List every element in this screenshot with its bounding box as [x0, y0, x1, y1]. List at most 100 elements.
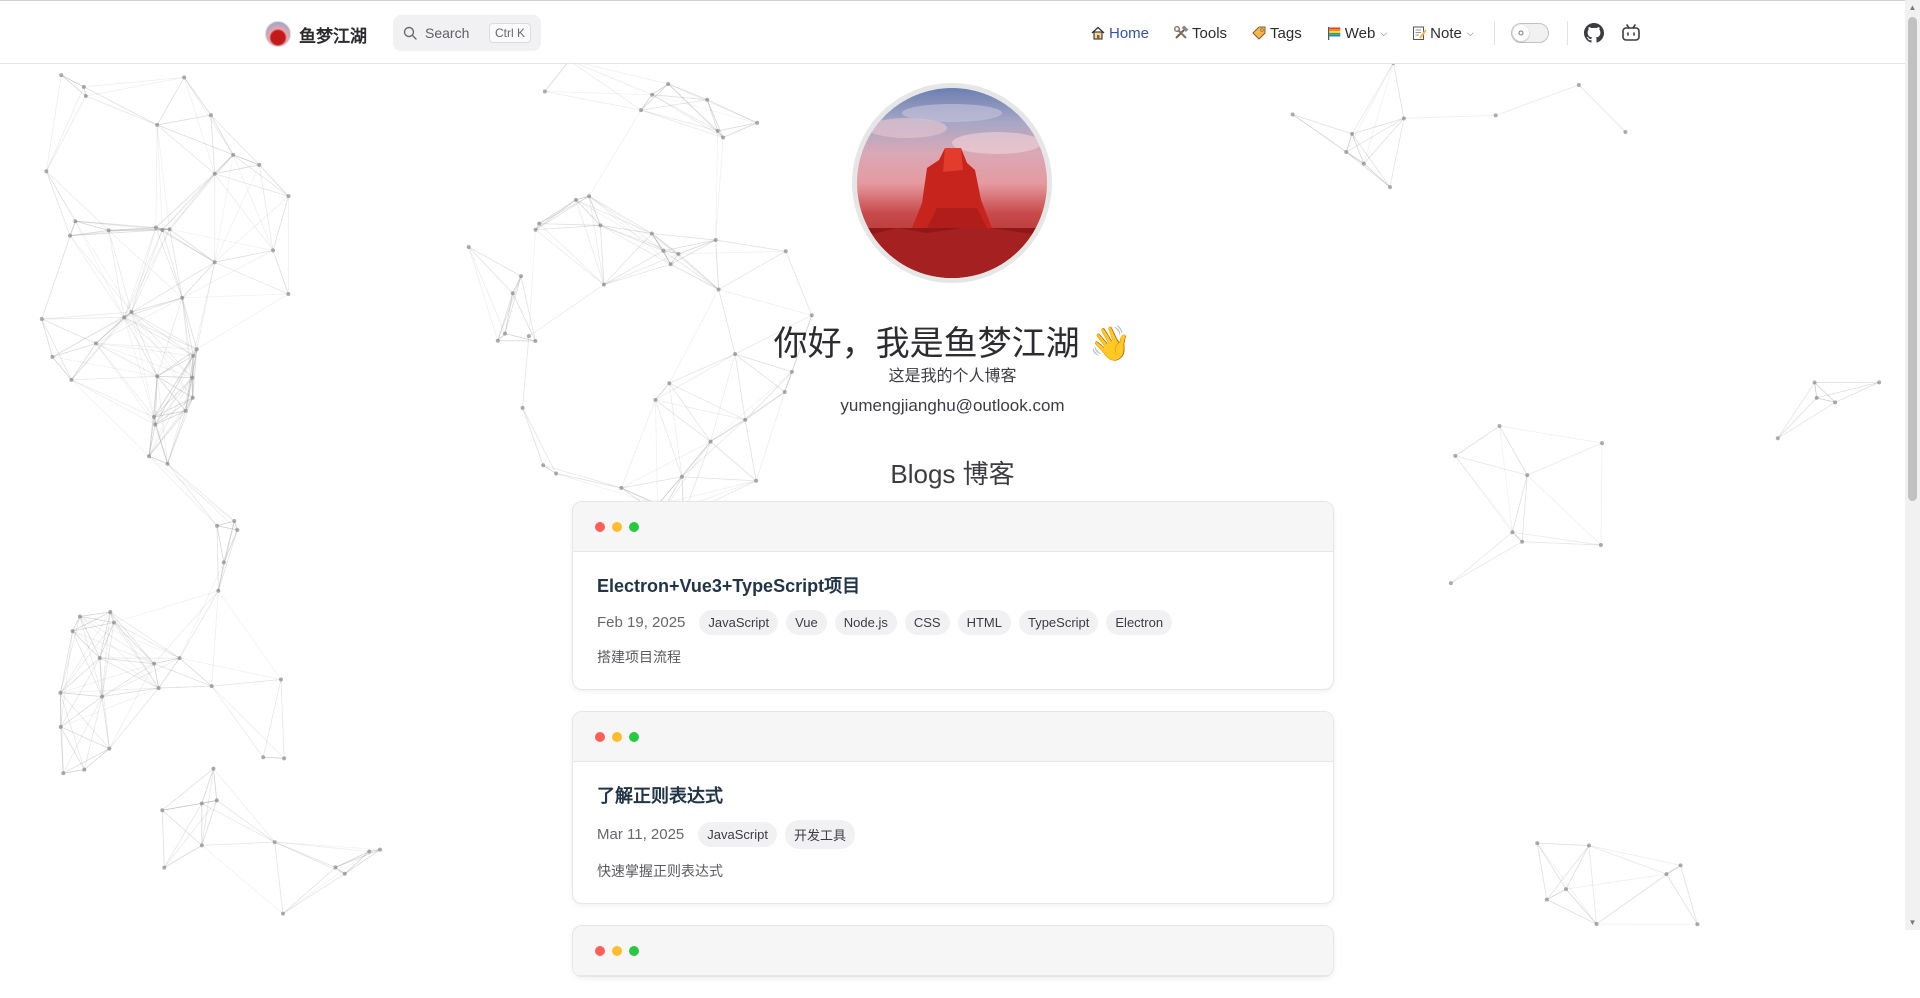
blog-tag[interactable]: CSS: [905, 610, 950, 635]
bilibili-icon[interactable]: [1621, 23, 1641, 43]
github-icon[interactable]: [1584, 23, 1604, 43]
network-link: [723, 123, 757, 138]
page-scrollbar[interactable]: ▲ ▼: [1905, 0, 1920, 930]
network-link: [576, 200, 600, 225]
network-link: [217, 800, 275, 842]
network-link: [1566, 874, 1667, 889]
blog-tag[interactable]: Node.js: [835, 610, 897, 635]
network-link: [217, 526, 237, 530]
network-link: [1455, 426, 1499, 456]
network-node: [162, 866, 166, 870]
network-node: [168, 227, 172, 231]
network-link: [110, 612, 179, 658]
network-link: [156, 155, 233, 228]
network-node: [108, 610, 112, 614]
network-link: [652, 234, 716, 241]
network-link: [162, 800, 217, 810]
network-link: [1364, 164, 1390, 187]
blog-card[interactable]: 了解正则表达式 Mar 11, 2025 JavaScript 开发工具 快速掌…: [572, 711, 1334, 904]
blog-card[interactable]: [572, 925, 1334, 977]
scroll-up-icon[interactable]: ▲: [1905, 0, 1920, 15]
search-button[interactable]: Search Ctrl K: [393, 15, 541, 51]
network-link: [218, 591, 281, 680]
network-node: [1679, 863, 1683, 867]
network-node: [602, 283, 606, 287]
network-link: [70, 230, 109, 235]
network-link: [217, 526, 224, 563]
network-node: [180, 296, 184, 300]
network-link: [1364, 63, 1394, 164]
network-link: [589, 110, 641, 196]
network-node: [71, 629, 75, 633]
network-link: [86, 77, 184, 96]
blog-tag[interactable]: TypeScript: [1019, 610, 1098, 635]
scrollbar-thumb[interactable]: [1908, 17, 1917, 501]
network-node: [1498, 424, 1502, 428]
network-link: [719, 251, 786, 289]
network-node: [222, 560, 226, 564]
blog-tag[interactable]: Vue: [786, 610, 827, 635]
nav-web[interactable]: Web ⌵: [1314, 22, 1399, 44]
network-node: [1402, 116, 1406, 120]
network-link: [202, 803, 275, 842]
network-link: [131, 298, 182, 312]
network-link: [180, 658, 281, 679]
network-link: [283, 867, 335, 913]
nav-tools-label: Tools: [1192, 25, 1227, 42]
network-node: [1449, 581, 1453, 585]
blog-title[interactable]: 了解正则表达式: [597, 782, 1309, 808]
scroll-down-icon[interactable]: ▼: [1905, 915, 1920, 930]
blog-date: Mar 11, 2025: [597, 826, 684, 843]
network-link: [273, 196, 288, 250]
network-link: [156, 125, 157, 228]
network-link: [157, 115, 211, 125]
network-link: [114, 623, 154, 664]
nav-tools[interactable]: Tools: [1161, 22, 1239, 44]
nav-note[interactable]: Note ⌵: [1399, 22, 1486, 44]
network-link: [213, 769, 274, 842]
appearance-toggle[interactable]: [1511, 23, 1549, 43]
network-node: [82, 85, 86, 89]
network-node: [160, 808, 164, 812]
network-link: [75, 221, 124, 317]
network-node: [709, 440, 713, 444]
nav-home[interactable]: Home: [1078, 22, 1161, 44]
blog-tag[interactable]: HTML: [958, 610, 1011, 635]
network-node: [1587, 843, 1591, 847]
network-link: [1579, 85, 1626, 132]
network-node: [666, 82, 670, 86]
network-link: [75, 221, 162, 230]
network-link: [162, 769, 213, 811]
blog-tag[interactable]: 开发工具: [785, 820, 855, 849]
network-node: [650, 93, 654, 97]
network-link: [212, 679, 281, 686]
house-icon: [1090, 25, 1106, 41]
blog-card[interactable]: Electron+Vue3+TypeScript项目 Feb 19, 2025 …: [572, 501, 1334, 690]
network-node: [1776, 436, 1780, 440]
blog-tag[interactable]: JavaScript: [699, 610, 778, 635]
network-link: [233, 155, 273, 251]
nav-divider: [1567, 21, 1568, 45]
blog-title[interactable]: Electron+Vue3+TypeScript项目: [597, 572, 1309, 598]
network-link: [110, 612, 158, 688]
nav-tags[interactable]: Tags: [1239, 22, 1314, 44]
blog-tag[interactable]: JavaScript: [698, 822, 777, 847]
network-link: [1346, 152, 1390, 187]
site-brand[interactable]: 鱼梦江湖: [265, 21, 367, 47]
network-link: [63, 697, 102, 774]
network-link: [84, 77, 184, 87]
search-icon: [403, 26, 417, 40]
network-link: [663, 251, 718, 290]
network-link: [184, 77, 215, 173]
hero-email[interactable]: yumengjianghu@outlook.com: [0, 396, 1905, 416]
blog-tag[interactable]: Electron: [1106, 610, 1172, 635]
network-link: [164, 803, 202, 867]
network-node: [755, 121, 759, 125]
network-node: [178, 656, 182, 660]
network-link: [157, 77, 184, 125]
blog-description: 搭建项目流程: [597, 647, 1309, 667]
hero-subtitle: 这是我的个人博客: [0, 362, 1905, 386]
network-link: [641, 100, 707, 110]
network-link: [70, 236, 124, 318]
network-node: [160, 228, 164, 232]
